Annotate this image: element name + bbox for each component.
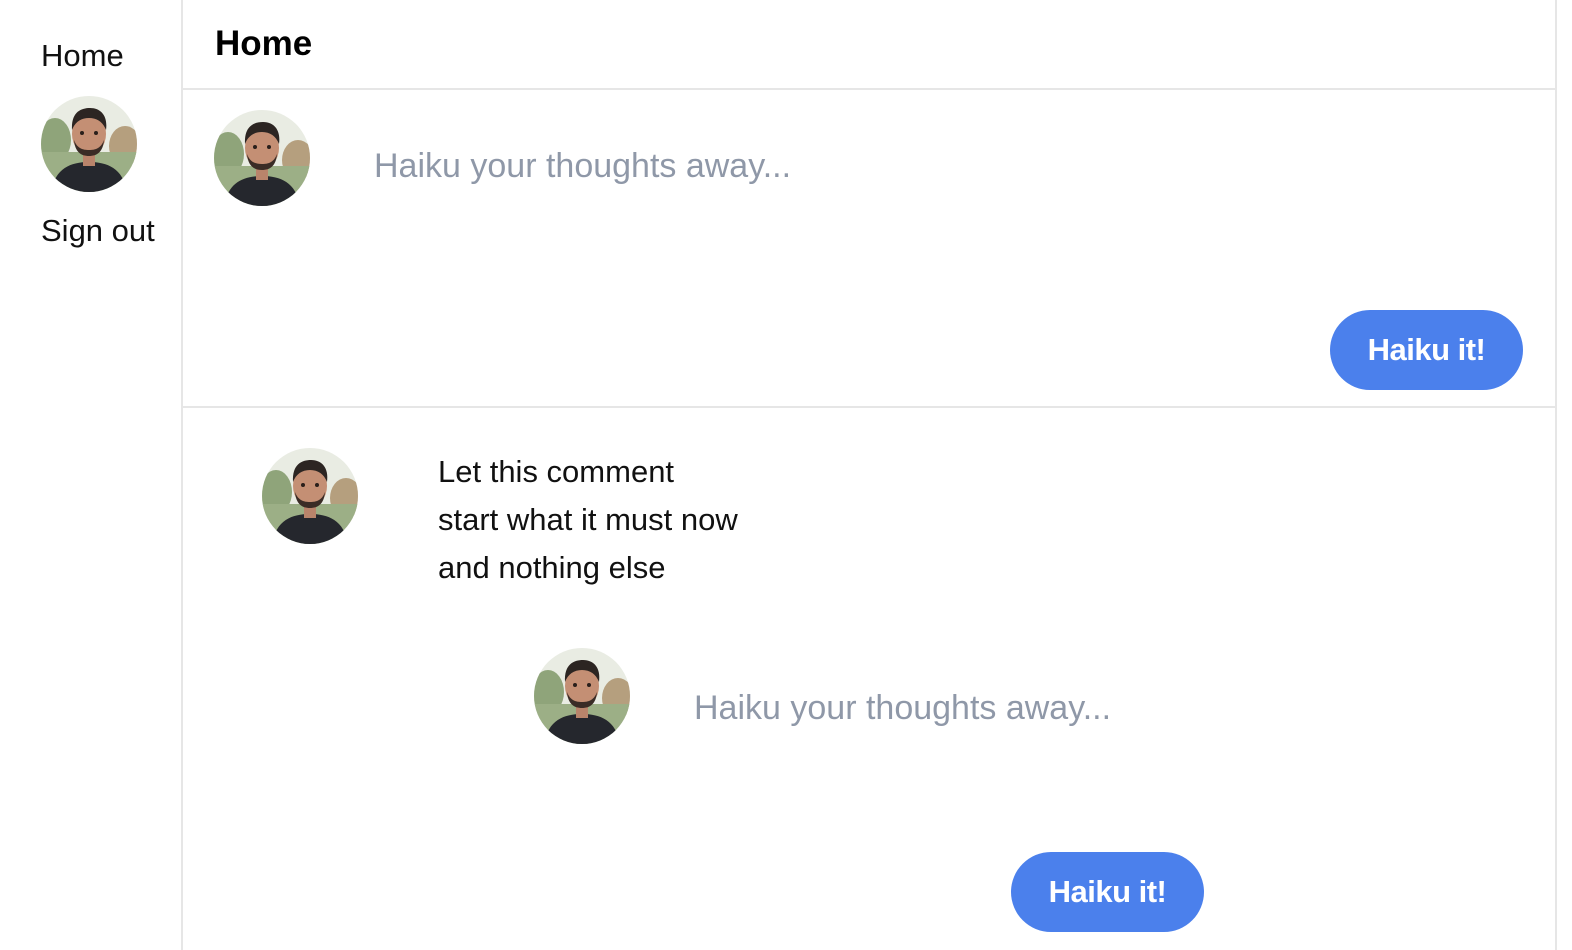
reply-input[interactable]: Haiku your thoughts away... xyxy=(694,680,1114,736)
avatar xyxy=(262,448,358,544)
haiku-post: Let this comment start what it must now … xyxy=(183,408,1555,950)
post-text: Let this comment start what it must now … xyxy=(438,448,938,592)
app: Home Sign out Home Haiku your thoughts a… xyxy=(0,0,1572,950)
haiku-input[interactable]: Haiku your thoughts away... xyxy=(374,138,794,194)
post-line: Let this comment xyxy=(438,454,675,489)
page-title: Home xyxy=(215,24,313,63)
haiku-it-button[interactable]: Haiku it! xyxy=(1330,310,1523,390)
profile-avatar[interactable] xyxy=(41,96,137,192)
post-line: start what it must now xyxy=(438,502,738,537)
sign-out-link[interactable]: Sign out xyxy=(41,211,155,251)
post-author-avatar[interactable] xyxy=(262,448,358,544)
sidebar-item-home[interactable]: Home xyxy=(41,36,124,76)
page-header: Home xyxy=(183,0,1555,90)
sidebar: Home Sign out xyxy=(0,0,183,950)
main-feed: Home Haiku your thoughts away... Haiku i… xyxy=(183,0,1557,950)
avatar xyxy=(214,110,310,206)
reply-haiku-it-button[interactable]: Haiku it! xyxy=(1011,852,1204,932)
post-line: and nothing else xyxy=(438,550,666,585)
haiku-composer: Haiku your thoughts away... Haiku it! xyxy=(183,90,1555,408)
composer-avatar xyxy=(214,110,310,206)
avatar xyxy=(41,96,137,192)
avatar xyxy=(534,648,630,744)
reply-avatar xyxy=(534,648,630,744)
